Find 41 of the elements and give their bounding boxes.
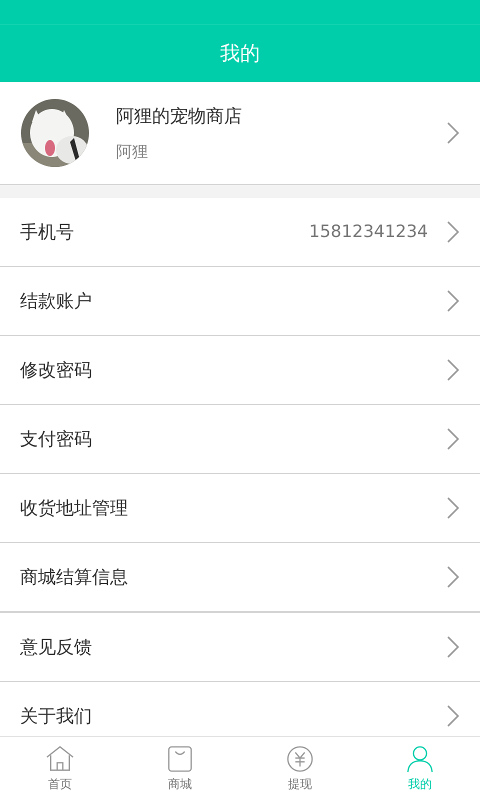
menu-row[interactable]: 结款账户 [0,267,480,336]
tab-item[interactable]: 首页 [0,737,120,800]
house-icon [46,744,74,772]
shop-name: 阿狸的宠物商店 [116,104,243,128]
chevron-right-icon [446,427,460,451]
menu-label: 支付密码 [20,428,93,451]
menu-row[interactable]: 关于我们 [0,682,480,736]
shopping-bag-icon [166,744,194,772]
chevron-right-icon [446,635,460,659]
menu-label: 意见反馈 [20,636,93,659]
menu-row[interactable]: 意见反馈 [0,613,480,682]
chevron-right-icon [446,565,460,589]
page-title: 我的 [220,40,260,67]
menu-value: 15812341234 [309,222,428,242]
menu-row[interactable]: 手机号 15812341234 [0,198,480,267]
chevron-right-icon [446,704,460,728]
chevron-right-icon [446,289,460,313]
menu-row[interactable]: 收货地址管理 [0,474,480,543]
chevron-right-icon [446,358,460,382]
menu-label: 结款账户 [20,290,93,313]
menu-label: 收货地址管理 [20,497,129,520]
menu-row[interactable]: 修改密码 [0,336,480,405]
yuan-coin-icon [286,744,314,772]
menu-row[interactable]: 商城结算信息 [0,543,480,611]
tab-label: 首页 [48,776,72,792]
profile-row[interactable]: 阿狸的宠物商店 阿狸 [0,82,480,185]
user-name: 阿狸 [116,142,149,162]
tab-label: 商城 [168,776,192,792]
tab-label: 提现 [288,776,312,792]
menu-label: 商城结算信息 [20,566,129,589]
chevron-right-icon [446,496,460,520]
menu-label: 关于我们 [20,705,93,728]
menu-row[interactable]: 支付密码 [0,405,480,474]
menu-label: 修改密码 [20,359,93,382]
person-icon [406,744,434,772]
tab-item[interactable]: 提现 [240,737,360,800]
tab-label: 我的 [408,776,432,792]
menu-label: 手机号 [20,221,75,244]
chevron-right-icon [446,220,460,244]
tab-item[interactable]: 商城 [120,737,240,800]
chevron-right-icon [446,121,460,145]
